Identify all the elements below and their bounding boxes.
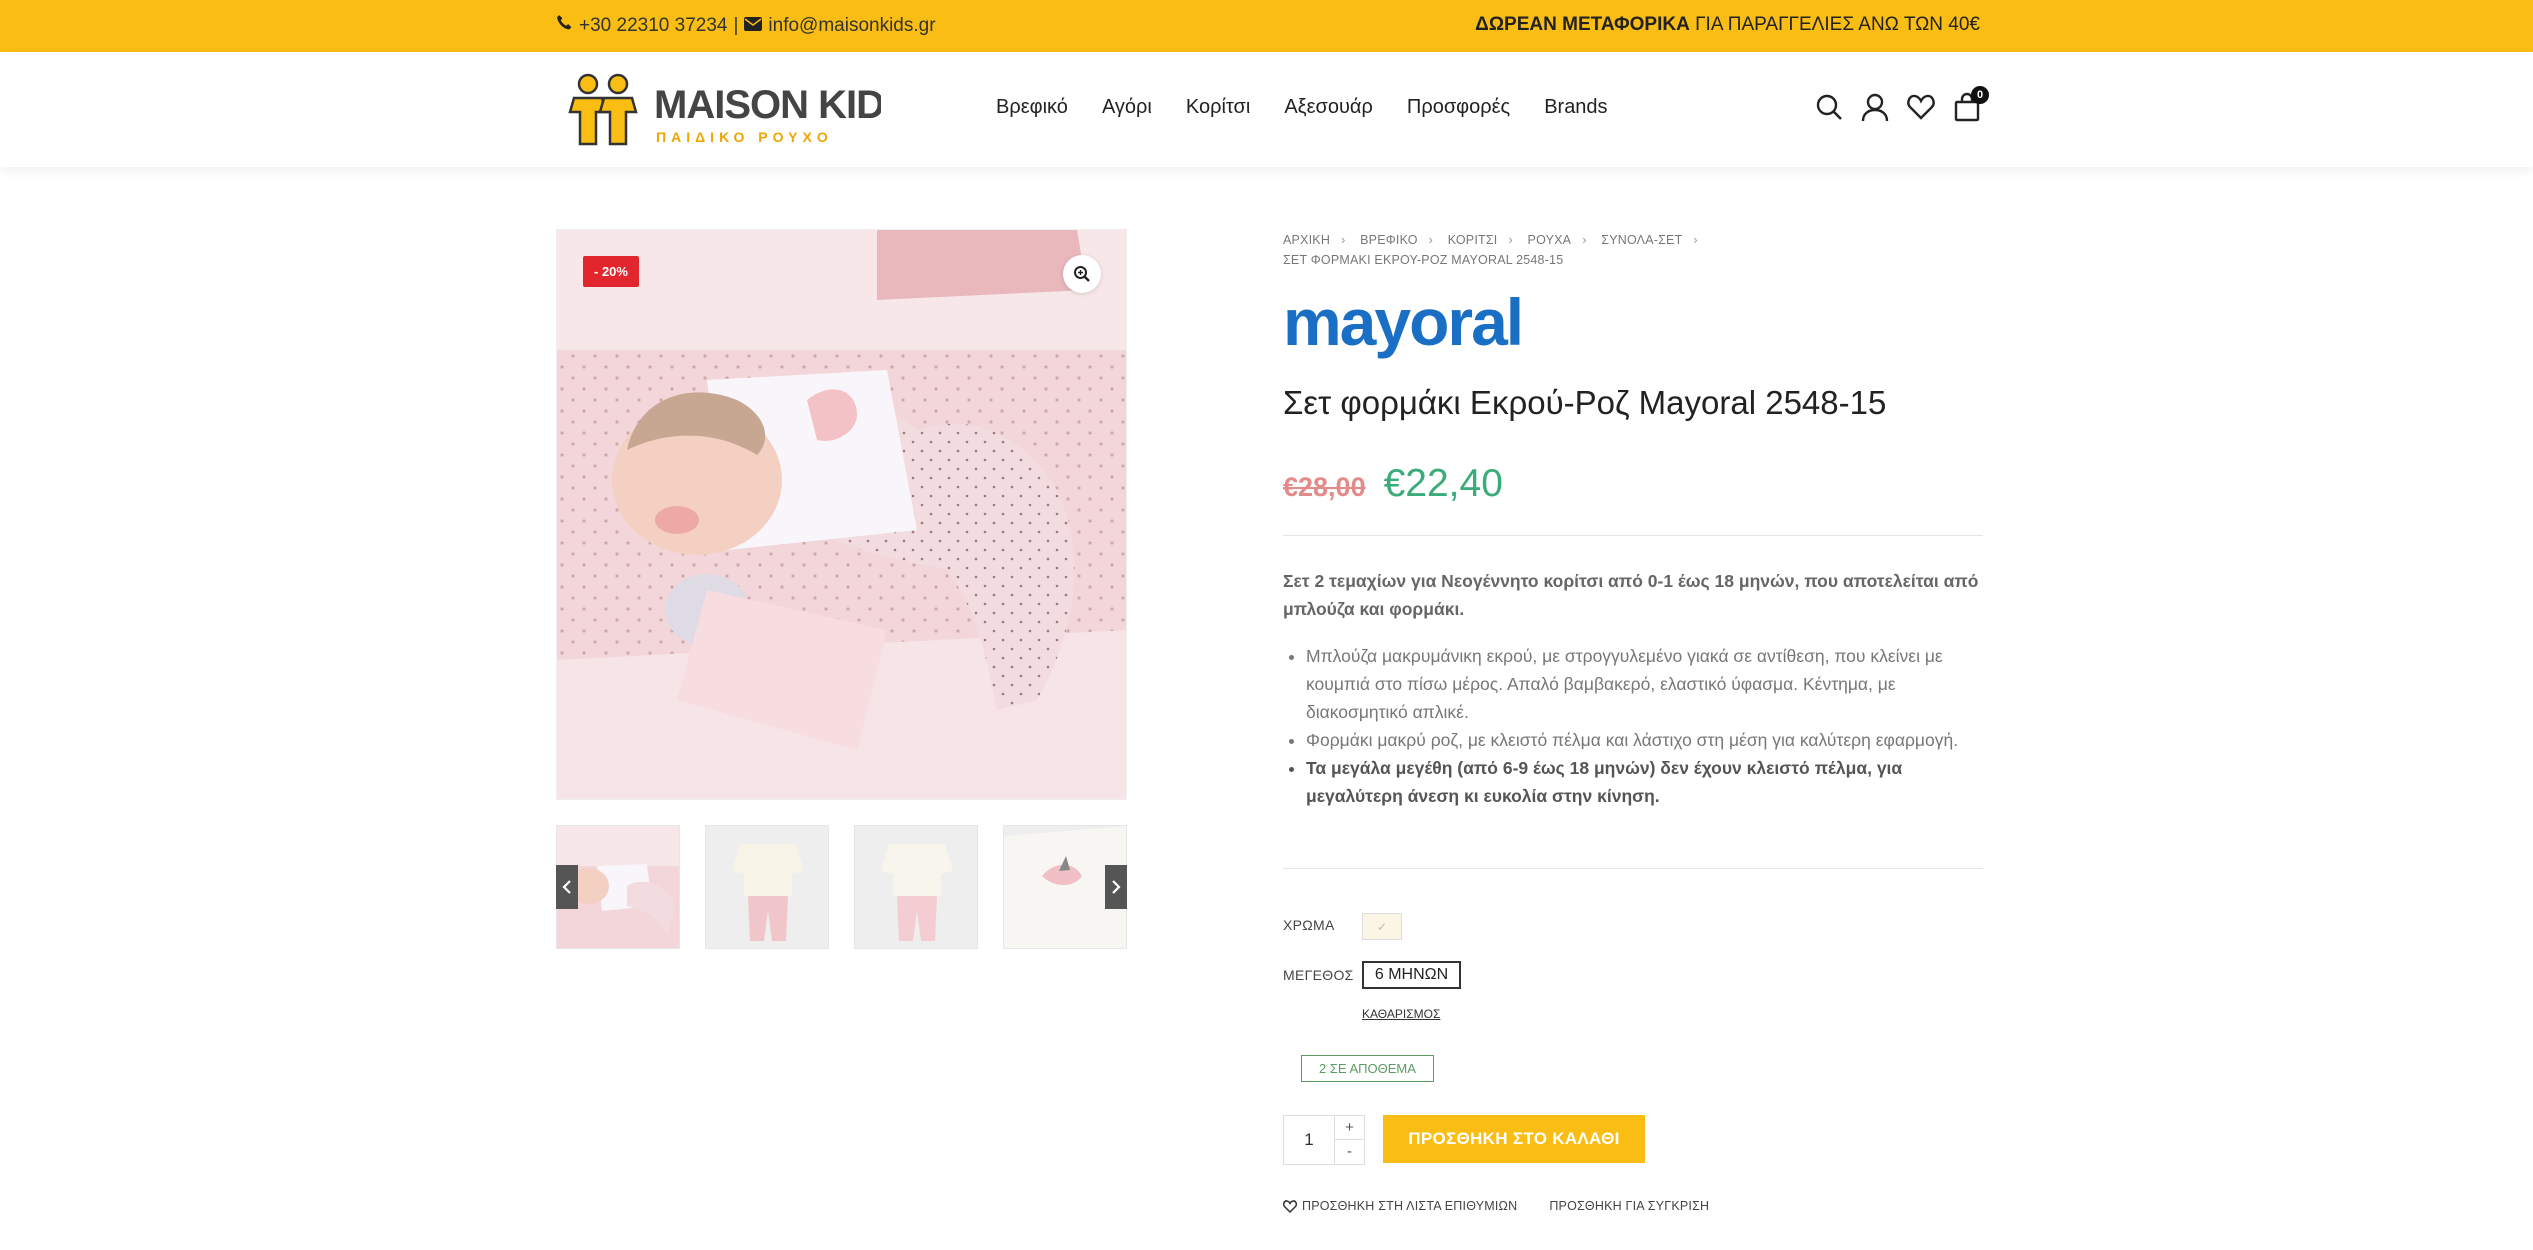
feature-item: Φορμάκι μακρύ ροζ, με κλειστό πέλμα και …: [1306, 726, 1983, 754]
quantity-input[interactable]: 1: [1284, 1116, 1334, 1164]
brand-logo[interactable]: mayoral: [1283, 285, 1533, 365]
thumbnail-3[interactable]: [854, 825, 978, 949]
thumbnail-strip: [556, 825, 1127, 949]
divider: [1283, 868, 1983, 869]
breadcrumb-item-vrefiko[interactable]: ΒΡΕΦΙΚΟ: [1360, 233, 1418, 247]
breadcrumb: ΑΡΧΙΚΗ › ΒΡΕΦΙΚΟ › ΚΟΡΙΤΣΙ › ΡΟΥΧΑ › ΣΥΝΟΛΑ-…: [1283, 230, 1983, 270]
header-icons: 0: [1815, 86, 1989, 122]
brand-logo-text: mayoral: [1283, 290, 1522, 359]
svg-text:ΠΑΙΔΙΚΟ ΡΟΥΧΟ: ΠΑΙΔΙΚΟ ΡΟΥΧΟ: [656, 129, 833, 145]
sale-price: €22,40: [1383, 462, 1503, 505]
cart-count-badge: 0: [1971, 86, 1989, 104]
breadcrumb-item-synola-set[interactable]: ΣΥΝΟΛΑ-ΣΕΤ: [1601, 233, 1682, 247]
product-title: Σετ φορμάκι Εκρού-Ροζ Mayoral 2548-15: [1283, 384, 1887, 421]
add-to-wishlist-label: ΠΡΟΣΘΗΚΗ ΣΤΗ ΛΙΣΤΑ ΕΠΙΘΥΜΙΩΝ: [1302, 1199, 1518, 1213]
product-features-list: Μπλούζα μακρυμάνικη εκρού, με στρογγυλεμ…: [1283, 642, 1983, 810]
color-swatch-ekrou[interactable]: ✓: [1362, 913, 1402, 940]
breadcrumb-chevron-icon: ›: [1582, 233, 1587, 247]
breadcrumb-item-koritsi[interactable]: ΚΟΡΙΤΣΙ: [1448, 233, 1498, 247]
size-label: ΜΕΓΕΘΟΣ: [1283, 967, 1354, 983]
add-to-wishlist-link[interactable]: ΠΡΟΣΘΗΚΗ ΣΤΗ ΛΙΣΤΑ ΕΠΙΘΥΜΙΩΝ: [1283, 1199, 1517, 1213]
thumbnail-prev-arrow[interactable]: [556, 865, 578, 909]
shipping-notice-bold: ΔΩΡΕΑΝ ΜΕΤΑΦΟΡΙΚΑ: [1475, 14, 1690, 35]
top-bar: +30 22310 37234 | info@maisonkids.gr ΔΩΡ…: [0, 0, 2533, 52]
quantity-minus-button[interactable]: -: [1334, 1140, 1364, 1164]
breadcrumb-chevron-icon: ›: [1508, 233, 1513, 247]
nav-item-agori[interactable]: Αγόρι: [1102, 96, 1152, 119]
phone-icon: [556, 14, 573, 37]
clear-selection-link[interactable]: ΚΑΘΑΡΙΣΜΟΣ: [1362, 1007, 1440, 1021]
phone-number[interactable]: +30 22310 37234: [579, 15, 727, 37]
quantity-stepper[interactable]: 1 + -: [1283, 1115, 1365, 1165]
envelope-icon: [744, 15, 763, 37]
add-to-compare-link[interactable]: ΠΡΟΣΘΗΚΗ ΓΙΑ ΣΥΓΚΡΙΣΗ: [1549, 1199, 1709, 1213]
contact-info: +30 22310 37234 | info@maisonkids.gr: [556, 14, 936, 37]
nav-item-axesouar[interactable]: Αξεσουάρ: [1284, 96, 1373, 119]
zoom-button[interactable]: [1063, 255, 1101, 293]
product-photo: [557, 230, 1126, 799]
nav-item-koritsi[interactable]: Κορίτσι: [1186, 96, 1250, 119]
breadcrumb-chevron-icon: ›: [1693, 233, 1698, 247]
add-to-cart-button[interactable]: ΠΡΟΣΘΗΚΗ ΣΤΟ ΚΑΛΑΘΙ: [1383, 1115, 1645, 1163]
breadcrumb-item-rouxa[interactable]: ΡΟΥΧΑ: [1528, 233, 1572, 247]
quantity-plus-button[interactable]: +: [1334, 1116, 1364, 1140]
contact-separator: |: [733, 14, 739, 36]
logo-figures: [568, 73, 638, 146]
thumbnail-2[interactable]: [705, 825, 829, 949]
shipping-notice: ΔΩΡΕΑΝ ΜΕΤΑΦΟΡΙΚΑ ΓΙΑ ΠΑΡΑΓΓΕΛΙΕΣ ΑΝΩ ΤΩ…: [1475, 14, 1980, 36]
divider: [1283, 535, 1983, 536]
thumbnail-next-arrow[interactable]: [1105, 865, 1127, 909]
product-price: €28,00 €22,40: [1283, 462, 1503, 506]
bag-icon[interactable]: 0: [1953, 86, 1989, 122]
zoom-icon: [1074, 266, 1090, 282]
stock-badge: 2 ΣΕ ΑΠΟΘΕΜΑ: [1301, 1055, 1434, 1082]
feature-item: Μπλούζα μακρυμάνικη εκρού, με στρογγυλεμ…: [1306, 642, 1983, 726]
shipping-notice-text: ΓΙΑ ΠΑΡΑΓΓΕΛΙΕΣ ΑΝΩ ΤΩΝ 40€: [1695, 14, 1980, 35]
search-icon[interactable]: [1815, 92, 1843, 122]
feature-item: Τα μεγάλα μεγέθη (από 6-9 έως 18 μηνών) …: [1306, 754, 1983, 810]
user-icon[interactable]: [1861, 92, 1889, 122]
heart-icon: [1283, 1199, 1297, 1213]
heart-icon[interactable]: [1907, 92, 1935, 122]
nav-item-brands[interactable]: Brands: [1544, 96, 1607, 119]
product-actions: ΠΡΟΣΘΗΚΗ ΣΤΗ ΛΙΣΤΑ ΕΠΙΘΥΜΙΩΝ ΠΡΟΣΘΗΚΗ ΓΙ…: [1283, 1199, 1709, 1213]
size-option-6-months[interactable]: 6 ΜΗΝΩΝ: [1362, 961, 1461, 989]
chevron-left-icon: [562, 880, 571, 894]
sale-badge: - 20%: [583, 256, 639, 287]
breadcrumb-chevron-icon: ›: [1341, 233, 1346, 247]
chevron-right-icon: [1112, 880, 1121, 894]
email-link[interactable]: info@maisonkids.gr: [768, 15, 935, 37]
breadcrumb-current: ΣΕΤ ΦΟΡΜΑΚΙ ΕΚΡΟΥ-ΡΟΖ MAYORAL 2548-15: [1283, 253, 1564, 267]
svg-text:MAISON KIDS: MAISON KIDS: [654, 83, 881, 127]
breadcrumb-item-arxiki[interactable]: ΑΡΧΙΚΗ: [1283, 233, 1330, 247]
product-short-description: Σετ 2 τεμαχίων για Νεογέννητο κορίτσι απ…: [1283, 571, 1979, 619]
color-label: ΧΡΩΜΑ: [1283, 917, 1335, 933]
nav-item-prosfores[interactable]: Προσφορές: [1407, 96, 1510, 119]
old-price: €28,00: [1283, 472, 1366, 502]
site-header: MAISON KIDS ΠΑΙΔΙΚΟ ΡΟΥΧΟ Βρεφικό Αγόρι …: [0, 52, 2533, 167]
site-logo[interactable]: MAISON KIDS ΠΑΙΔΙΚΟ ΡΟΥΧΟ: [566, 70, 911, 150]
breadcrumb-chevron-icon: ›: [1428, 233, 1434, 247]
product-main-image[interactable]: - 20%: [556, 229, 1127, 800]
main-nav: Βρεφικό Αγόρι Κορίτσι Αξεσουάρ Προσφορές…: [996, 96, 1608, 119]
nav-item-vrefiko[interactable]: Βρεφικό: [996, 96, 1068, 119]
check-icon: ✓: [1376, 919, 1388, 934]
